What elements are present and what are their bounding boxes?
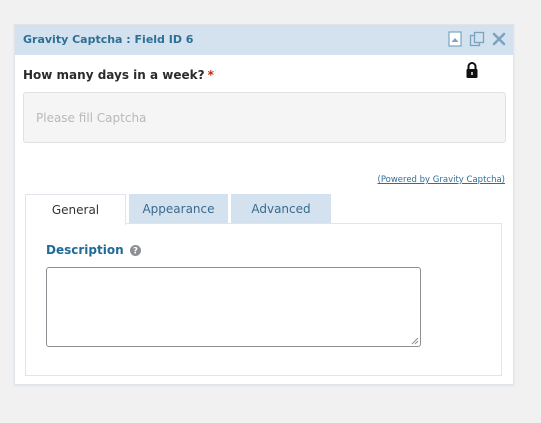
description-textarea[interactable] — [46, 267, 421, 347]
resize-grip-icon[interactable] — [410, 336, 419, 345]
description-label: Description — [46, 243, 124, 257]
duplicate-icon[interactable] — [468, 30, 486, 48]
powered-by-link[interactable]: (Powered by Gravity Captcha) — [378, 175, 506, 185]
question-text: How many days in a week? — [23, 68, 205, 82]
help-icon[interactable]: ? — [130, 245, 141, 256]
question-label: How many days in a week? * — [23, 68, 214, 82]
svg-text:?: ? — [133, 247, 138, 256]
required-marker: * — [207, 68, 214, 82]
tab-general[interactable]: General — [25, 194, 126, 225]
field-title: Gravity Captcha : Field ID 6 — [23, 33, 194, 46]
close-icon[interactable] — [490, 30, 508, 48]
captcha-input[interactable] — [23, 92, 506, 143]
tab-appearance[interactable]: Appearance — [129, 194, 228, 224]
field-header[interactable]: Gravity Captcha : Field ID 6 — [15, 25, 513, 55]
general-tab-panel: Description ? — [25, 223, 502, 376]
tab-advanced[interactable]: Advanced — [231, 194, 331, 224]
field-editor-box: Gravity Captcha : Field ID 6 How many da… — [14, 24, 514, 385]
collapse-icon[interactable] — [446, 30, 464, 48]
lock-icon — [466, 62, 478, 78]
